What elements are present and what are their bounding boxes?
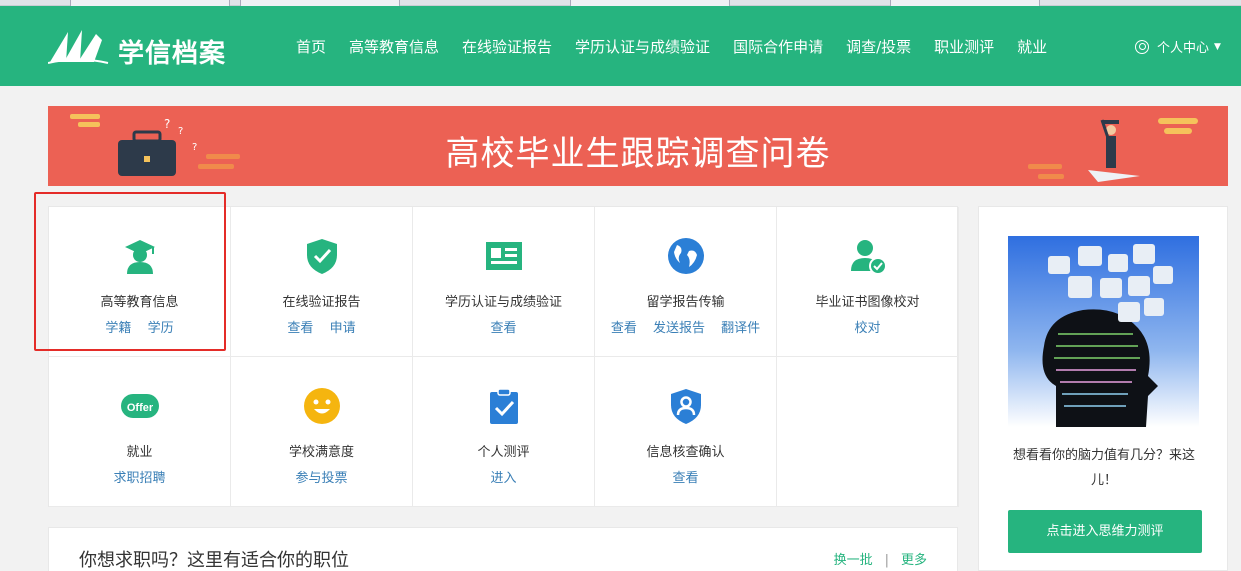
- link-job-hunting[interactable]: 求职招聘: [113, 471, 165, 486]
- nav-career-test[interactable]: 职业测评: [934, 36, 994, 57]
- nav-international[interactable]: 国际合作申请: [733, 36, 823, 57]
- service-title: 就业: [126, 445, 153, 460]
- smiley-icon: [304, 388, 340, 424]
- link-proofread[interactable]: 校对: [854, 321, 880, 336]
- service-satisfaction[interactable]: 学校满意度 参与投票: [231, 357, 413, 507]
- banner-title: 高校毕业生跟踪调查问卷: [445, 134, 831, 174]
- offer-badge-text: Offer: [127, 402, 154, 414]
- service-title: 个人测评: [477, 445, 530, 460]
- user-check-icon: [851, 240, 887, 275]
- service-degree-verification[interactable]: 学历认证与成绩验证 查看: [413, 207, 595, 357]
- link-enter[interactable]: 进入: [490, 471, 516, 486]
- main-nav: 首页 高等教育信息 在线验证报告 学历认证与成绩验证 国际合作申请 调查/投票 …: [296, 36, 1070, 57]
- service-info-verification[interactable]: 信息核查确认 查看: [595, 357, 777, 507]
- jobs-section: 你想求职吗？这里有适合你的职位 换一批 | 更多: [48, 527, 958, 571]
- link-view[interactable]: 查看: [611, 321, 637, 336]
- user-center-label: 个人中心: [1157, 41, 1210, 56]
- separator: |: [884, 553, 889, 568]
- link-view[interactable]: 查看: [672, 471, 698, 486]
- brain-test-button[interactable]: 点击进入思维力测评: [1008, 510, 1202, 553]
- logo-text[interactable]: 学信档案: [118, 33, 226, 70]
- service-certificate-proofing[interactable]: 毕业证书图像校对 校对: [777, 207, 959, 357]
- more-jobs-link[interactable]: 更多: [901, 553, 927, 568]
- link-view[interactable]: 查看: [287, 321, 313, 336]
- service-title: 学校满意度: [288, 445, 354, 460]
- puzzle-head-image[interactable]: [1008, 236, 1199, 427]
- nav-employment[interactable]: 就业: [1017, 36, 1047, 57]
- shield-check-icon: [307, 239, 337, 274]
- refresh-jobs-link[interactable]: 换一批: [834, 553, 873, 568]
- jobs-title: 你想求职吗？这里有适合你的职位: [79, 550, 349, 571]
- empty-cell: [777, 357, 959, 507]
- link-apply[interactable]: 申请: [330, 321, 356, 336]
- service-personal-assessment[interactable]: 个人测评 进入: [413, 357, 595, 507]
- service-study-abroad-report[interactable]: 留学报告传输 查看 发送报告 翻译件: [595, 207, 777, 357]
- service-title: 信息核查确认: [646, 445, 725, 460]
- id-card-icon: [486, 242, 522, 270]
- logo-icon[interactable]: [48, 28, 110, 64]
- top-header: 学信档案 首页 高等教育信息 在线验证报告 学历认证与成绩验证 国际合作申请 调…: [0, 6, 1241, 86]
- survey-banner[interactable]: ? ? ? 高校毕业生跟踪调查问卷: [48, 106, 1228, 186]
- service-title: 学历认证与成绩验证: [444, 295, 562, 310]
- offer-icon: Offer: [121, 394, 159, 418]
- user-icon: [1135, 39, 1149, 54]
- clipboard-check-icon: [490, 388, 518, 424]
- service-title: 留学报告传输: [646, 295, 725, 310]
- service-title: 毕业证书图像校对: [815, 295, 920, 310]
- link-vote[interactable]: 参与投票: [295, 471, 347, 486]
- user-center-menu[interactable]: 个人中心 ▼: [1135, 37, 1221, 56]
- service-title: 在线验证报告: [282, 295, 361, 310]
- nav-degree-verification[interactable]: 学历认证与成绩验证: [575, 36, 710, 57]
- nav-online-report[interactable]: 在线验证报告: [462, 36, 552, 57]
- service-online-report[interactable]: 在线验证报告 查看 申请: [231, 207, 413, 357]
- red-highlight-box: [34, 192, 226, 351]
- shield-user-icon: [671, 389, 701, 424]
- brain-test-text: 想看看你的脑力值有几分？来这儿！: [1012, 448, 1195, 488]
- brain-test-card: 想看看你的脑力值有几分？来这儿！ 点击进入思维力测评: [978, 206, 1228, 571]
- caret-down-icon: ▼: [1214, 41, 1221, 52]
- link-send-report[interactable]: 发送报告: [653, 321, 705, 336]
- link-translation[interactable]: 翻译件: [721, 321, 760, 336]
- nav-higher-education[interactable]: 高等教育信息: [349, 36, 439, 57]
- jobs-actions: 换一批 | 更多: [834, 549, 927, 568]
- globe-icon: [668, 238, 704, 274]
- nav-home[interactable]: 首页: [296, 36, 326, 57]
- nav-survey[interactable]: 调查/投票: [846, 36, 911, 57]
- link-view[interactable]: 查看: [490, 321, 516, 336]
- service-employment[interactable]: Offer 就业 求职招聘: [49, 357, 231, 507]
